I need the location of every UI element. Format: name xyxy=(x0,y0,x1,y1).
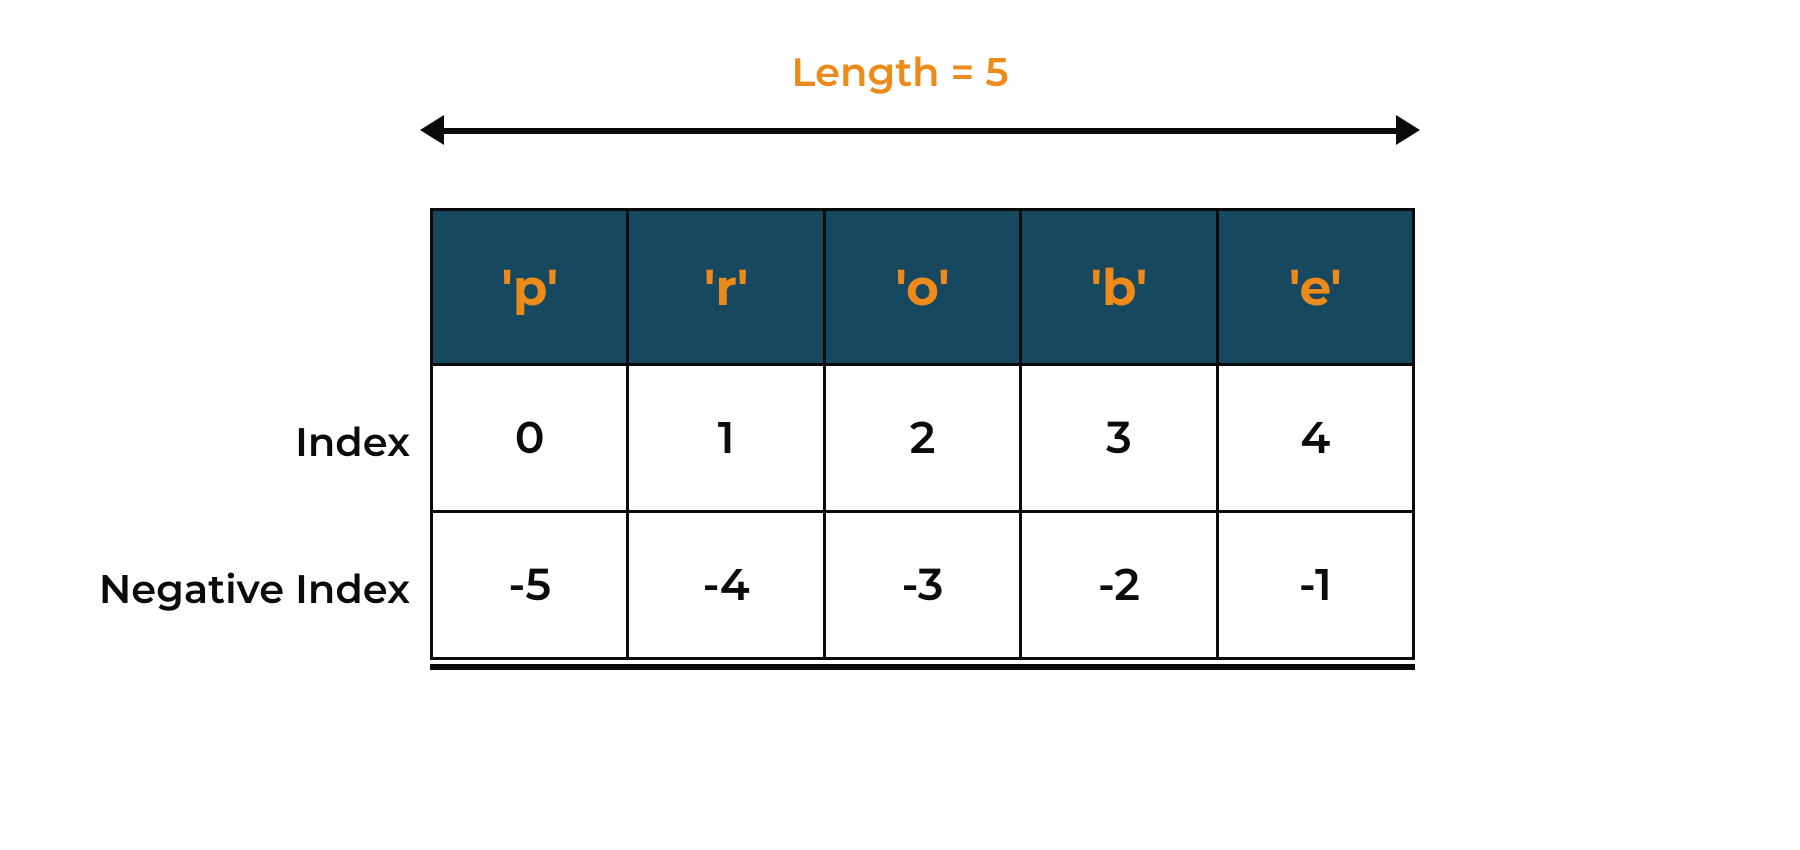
index-cell: 2 xyxy=(823,363,1022,513)
index-table: 'p' 'r' 'o' 'b' 'e' 0 1 2 3 4 -5 -4 -3 -… xyxy=(430,208,1415,670)
row-negative-index: -5 -4 -3 -2 -1 xyxy=(430,513,1415,660)
length-arrow xyxy=(420,116,1420,144)
neg-index-cell: -3 xyxy=(823,510,1022,660)
index-cell: 3 xyxy=(1019,363,1218,513)
index-cell: 1 xyxy=(626,363,825,513)
char-cell: 'e' xyxy=(1216,208,1415,366)
index-cell: 4 xyxy=(1216,363,1415,513)
table-bottom-rule xyxy=(430,664,1415,670)
diagram-canvas: Length = 5 Index Negative Index 'p' 'r' … xyxy=(0,0,1800,850)
row-positive-index: 0 1 2 3 4 xyxy=(430,366,1415,513)
index-cell: 0 xyxy=(430,363,629,513)
neg-index-cell: -5 xyxy=(430,510,629,660)
char-cell: 'b' xyxy=(1019,208,1218,366)
neg-index-cell: -2 xyxy=(1019,510,1218,660)
row-label-negative-index: Negative Index xyxy=(10,565,410,614)
arrow-line xyxy=(436,128,1404,134)
length-label: Length = 5 xyxy=(0,48,1800,97)
row-label-index: Index xyxy=(10,418,410,467)
char-cell: 'p' xyxy=(430,208,629,366)
row-characters: 'p' 'r' 'o' 'b' 'e' xyxy=(430,208,1415,366)
arrow-head-right-icon xyxy=(1396,115,1420,145)
neg-index-cell: -1 xyxy=(1216,510,1415,660)
char-cell: 'o' xyxy=(823,208,1022,366)
neg-index-cell: -4 xyxy=(626,510,825,660)
char-cell: 'r' xyxy=(626,208,825,366)
